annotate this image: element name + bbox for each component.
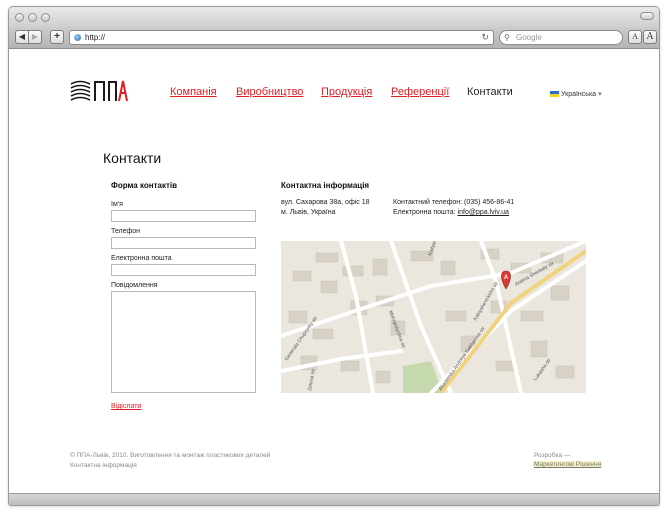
site-logo[interactable] <box>70 77 128 103</box>
phone-input[interactable] <box>111 237 256 249</box>
chevron-down-icon: ▾ <box>598 91 602 98</box>
nav-item-products[interactable]: Продукція <box>321 86 372 98</box>
address-text: http:// <box>85 33 106 42</box>
minimize-window-icon[interactable] <box>28 13 37 22</box>
font-smaller-button[interactable]: A <box>628 30 642 44</box>
phone-info-label: Контактний телефон: <box>393 199 463 206</box>
search-placeholder: Google <box>516 33 542 42</box>
form-heading: Форма контактів <box>111 181 178 190</box>
globe-icon <box>74 34 81 41</box>
email-link[interactable]: info@ppa.lviv.ua <box>458 209 509 216</box>
status-bar <box>9 493 659 505</box>
nav-item-references[interactable]: Референції <box>391 86 449 98</box>
message-label: Повідомлення <box>111 282 158 289</box>
submit-link[interactable]: Відіслати <box>111 403 141 410</box>
footer-dev-link[interactable]: Маркетингові Рішення <box>533 461 603 468</box>
zoom-window-icon[interactable] <box>41 13 50 22</box>
phone-number: (035) 456-86-41 <box>464 199 515 206</box>
title-bar <box>9 7 659 27</box>
phone-info: Контактний телефон: (035) 456-86-41 <box>393 199 514 206</box>
address-bar[interactable]: http:// ↻ <box>69 30 494 45</box>
search-icon: ⚲ <box>504 33 510 42</box>
map-marker-label: A <box>504 275 509 281</box>
contact-heading: Контактна інформація <box>281 181 370 190</box>
reload-icon[interactable]: ↻ <box>481 31 489 44</box>
language-selector[interactable]: Українська ▾ <box>550 90 602 98</box>
page-title: Контакти <box>103 150 162 166</box>
email-label: Електронна пошта <box>111 255 172 262</box>
email-input[interactable] <box>111 264 256 276</box>
location-map[interactable]: Kotlyarevs'koho str Metropolychna str Ge… <box>281 241 586 393</box>
address-line1: вул. Сахарова 38а, офіс 18 <box>281 199 370 206</box>
message-textarea[interactable] <box>111 291 256 393</box>
ppa-logo-icon <box>70 80 128 102</box>
close-window-icon[interactable] <box>15 13 24 22</box>
browser-toolbar: ◀ ▶ + http:// ↻ ⚲ Google A A <box>9 27 659 49</box>
footer-dev-label: Розробка — <box>534 452 571 459</box>
map-canvas: Kotlyarevs'koho str Metropolychna str Ge… <box>281 241 586 393</box>
phone-label: Телефон <box>111 228 141 235</box>
font-larger-button[interactable]: A <box>643 30 657 44</box>
forward-button[interactable]: ▶ <box>28 30 42 44</box>
language-label: Українська <box>561 91 597 98</box>
ukraine-flag-icon <box>550 91 559 97</box>
nav-item-company[interactable]: Компанія <box>170 86 217 98</box>
footer-contact-link[interactable]: Контактна інформація <box>70 462 137 469</box>
address-line2: м. Львів, Україна <box>281 209 336 216</box>
email-info-label: Електронна пошта: <box>393 209 456 216</box>
search-field[interactable]: ⚲ Google <box>499 30 623 45</box>
nav-item-production[interactable]: Виробництво <box>236 86 303 98</box>
footer-copyright: © ППА-Львів, 2010. Виготовлення та монта… <box>70 452 271 459</box>
name-label: Ім'я <box>111 201 123 208</box>
add-bookmark-button[interactable]: + <box>50 30 64 44</box>
email-info: Електронна пошта: info@ppa.lviv.ua <box>393 209 509 216</box>
nav-item-contacts[interactable]: Контакти <box>467 86 513 98</box>
toolbar-toggle-icon[interactable] <box>640 12 654 20</box>
back-button[interactable]: ◀ <box>15 30 29 44</box>
name-input[interactable] <box>111 210 256 222</box>
